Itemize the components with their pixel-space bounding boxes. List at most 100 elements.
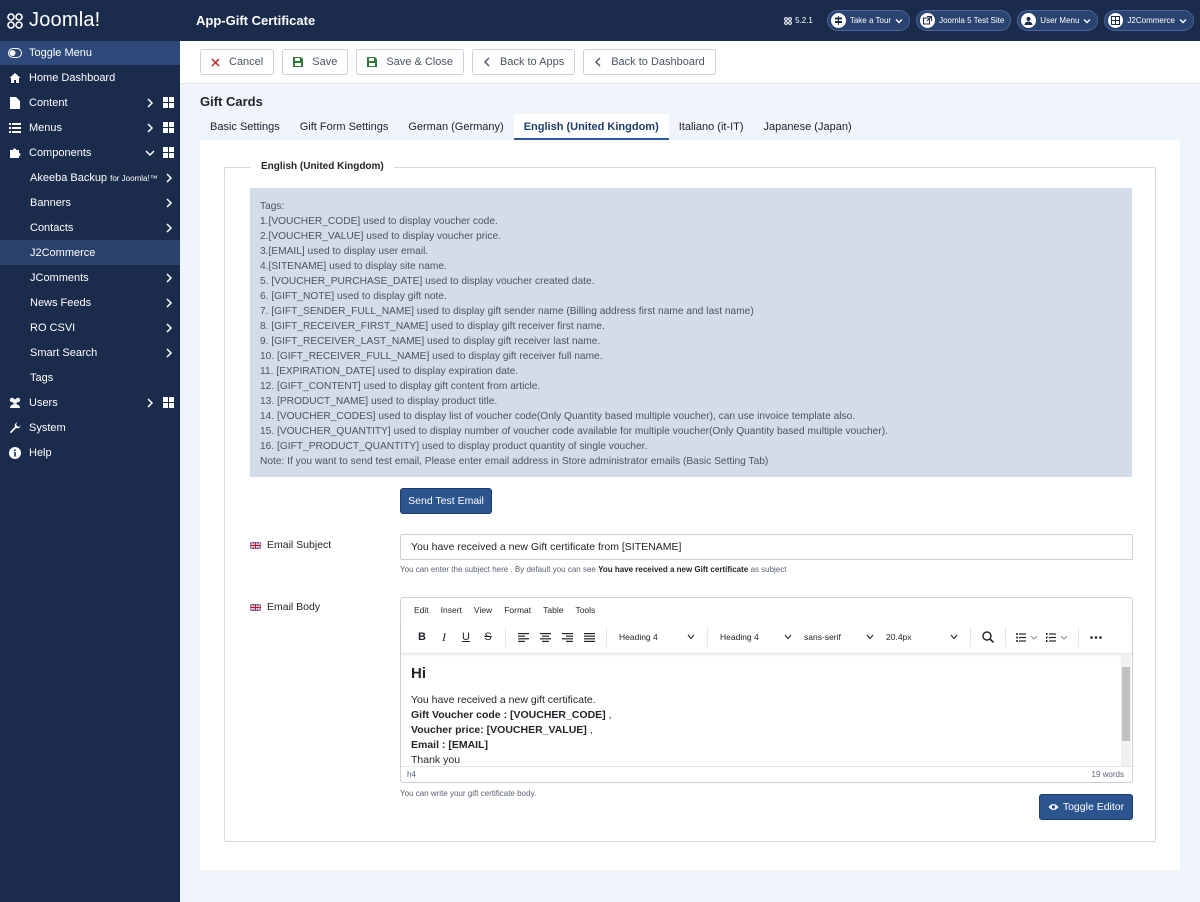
- action-toolbar: Cancel Save Save & Close Back to Apps Ba…: [180, 41, 1200, 84]
- sidebar-item-content[interactable]: Content: [0, 90, 180, 115]
- tag-line: 11. [EXPIRATION_DATE] used to display ex…: [260, 366, 519, 377]
- back-to-dashboard-button[interactable]: Back to Dashboard: [583, 49, 716, 75]
- toolbar-divider: [606, 627, 607, 647]
- user-menu-button[interactable]: User Menu: [1017, 10, 1099, 31]
- save-close-button[interactable]: Save & Close: [356, 49, 464, 75]
- send-test-email-button[interactable]: Send Test Email: [400, 488, 492, 514]
- tab-basic-settings[interactable]: Basic Settings: [200, 114, 290, 140]
- sidebar-item-tags[interactable]: Tags: [0, 365, 180, 390]
- sidebar-item-label: Banners: [30, 196, 71, 209]
- back-to-apps-label: Back to Apps: [499, 56, 565, 68]
- tab-gift-form-settings[interactable]: Gift Form Settings: [290, 114, 399, 140]
- chevron-right-icon: [164, 297, 174, 308]
- editor-menu-insert[interactable]: Insert: [441, 605, 462, 615]
- tag-line: 16. [GIFT_PRODUCT_QUANTITY] used to disp…: [260, 441, 648, 452]
- sidebar-item-label: Help: [29, 446, 52, 459]
- align-center-icon[interactable]: [534, 626, 556, 648]
- dashboard-grid-icon[interactable]: [163, 122, 174, 133]
- toggle-editor-button[interactable]: Toggle Editor: [1039, 794, 1133, 820]
- floppy-icon: [367, 57, 378, 67]
- tab-german[interactable]: German (Germany): [398, 114, 513, 140]
- tag-line: 1.[VOUCHER_CODE] used to display voucher…: [260, 216, 498, 227]
- sidebar-item-ro-csvi[interactable]: RO CSVI: [0, 315, 180, 340]
- font-family-select[interactable]: sans-serif: [798, 626, 880, 648]
- sidebar-item-jcomments[interactable]: JComments: [0, 265, 180, 290]
- toolbar-divider: [1005, 627, 1006, 647]
- sidebar-item-users[interactable]: Users: [0, 390, 180, 415]
- scrollbar-thumb[interactable]: [1122, 667, 1130, 741]
- block-format-select[interactable]: Heading 4: [613, 626, 701, 648]
- editor-menu-format[interactable]: Format: [504, 605, 531, 615]
- tab-italiano[interactable]: Italiano (it-IT): [669, 114, 754, 140]
- font-size-select[interactable]: 20.4px: [880, 626, 964, 648]
- wrench-icon: [8, 421, 22, 435]
- underline-icon[interactable]: U: [455, 626, 477, 648]
- strikethrough-icon[interactable]: S: [477, 626, 499, 648]
- back-to-apps-button[interactable]: Back to Apps: [471, 49, 576, 75]
- sidebar-item-label: Content: [29, 96, 68, 109]
- sidebar-item-label: Smart Search: [30, 346, 98, 359]
- eye-icon: [1048, 803, 1059, 811]
- tags-info-box: Tags: 1.[VOUCHER_CODE] used to display v…: [250, 188, 1132, 477]
- element-path[interactable]: h4: [407, 770, 416, 779]
- take-tour-button[interactable]: Take a Tour: [826, 10, 911, 31]
- tag-line: 15. [VOUCHER_QUANTITY] used to display n…: [260, 426, 888, 437]
- sidebar-item-label: Tags: [30, 371, 54, 384]
- search-icon[interactable]: [977, 626, 999, 648]
- sidebar-item-components[interactable]: Components: [0, 140, 180, 165]
- editor-menu-table[interactable]: Table: [543, 605, 563, 615]
- page-title: App-Gift Certificate: [196, 13, 316, 28]
- uk-flag-icon: [250, 603, 261, 611]
- sidebar-item-menus[interactable]: Menus: [0, 115, 180, 140]
- sidebar-item-home-dashboard[interactable]: Home Dashboard: [0, 65, 180, 90]
- align-left-icon[interactable]: [512, 626, 534, 648]
- tab-english-uk[interactable]: English (United Kingdom): [513, 114, 669, 140]
- chevron-right-icon: [164, 172, 174, 183]
- sidebar-item-help[interactable]: Help: [0, 440, 180, 465]
- editor-content-area[interactable]: Hi You have received a new gift certific…: [401, 655, 1121, 767]
- j2commerce-menu-button[interactable]: J2Commerce: [1104, 10, 1194, 31]
- toggle-menu-button[interactable]: Toggle Menu: [0, 41, 180, 65]
- email-subject-input[interactable]: You have received a new Gift certificate…: [400, 534, 1133, 560]
- dashboard-grid-icon[interactable]: [163, 97, 174, 108]
- editor-menu-edit[interactable]: Edit: [414, 605, 429, 615]
- body-heading: Hi: [411, 665, 426, 682]
- sidebar-item-label: Home Dashboard: [29, 71, 116, 84]
- cancel-button[interactable]: Cancel: [200, 49, 275, 75]
- body-line: Email : [EMAIL]: [411, 739, 489, 751]
- sidebar-item-system[interactable]: System: [0, 415, 180, 440]
- chevron-down-icon: [866, 634, 874, 640]
- back-to-dashboard-label: Back to Dashboard: [611, 56, 705, 68]
- chevron-left-icon: [594, 57, 602, 67]
- toggle-menu-label: Toggle Menu: [29, 47, 92, 59]
- sidebar-item-j2commerce[interactable]: J2Commerce: [0, 240, 180, 265]
- editor-scrollbar[interactable]: [1121, 655, 1131, 767]
- sidebar-item-label: News Feeds: [30, 296, 92, 309]
- sidebar-item-smart-search[interactable]: Smart Search: [0, 340, 180, 365]
- editor-menu-view[interactable]: View: [474, 605, 492, 615]
- j2commerce-label: J2Commerce: [1127, 16, 1175, 25]
- sidebar-item-akeeba-backup[interactable]: Akeeba Backup for Joomla!™: [0, 165, 180, 190]
- dashboard-grid-icon[interactable]: [163, 397, 174, 408]
- tab-japanese[interactable]: Japanese (Japan): [754, 114, 862, 140]
- bold-icon[interactable]: B: [411, 626, 433, 648]
- brand[interactable]: Joomla!: [0, 0, 180, 41]
- chevron-right-icon: [164, 222, 174, 233]
- bullet-list-icon[interactable]: [1012, 626, 1042, 648]
- block-format-select-2[interactable]: Heading 4: [714, 626, 798, 648]
- tag-line: 6. [GIFT_NOTE] used to display gift note…: [260, 291, 447, 302]
- sidebar-item-banners[interactable]: Banners: [0, 190, 180, 215]
- cancel-label: Cancel: [229, 56, 264, 68]
- numbered-list-icon[interactable]: [1042, 626, 1072, 648]
- chevron-right-icon: [145, 397, 155, 408]
- more-icon[interactable]: [1085, 626, 1107, 648]
- align-right-icon[interactable]: [556, 626, 578, 648]
- align-justify-icon[interactable]: [578, 626, 600, 648]
- save-button[interactable]: Save: [282, 49, 349, 75]
- italic-icon[interactable]: I: [433, 626, 455, 648]
- sidebar-item-news-feeds[interactable]: News Feeds: [0, 290, 180, 315]
- editor-menu-tools[interactable]: Tools: [575, 605, 595, 615]
- sidebar-item-contacts[interactable]: Contacts: [0, 215, 180, 240]
- dashboard-grid-icon[interactable]: [163, 147, 174, 158]
- site-link-button[interactable]: Joomla 5 Test Site: [916, 10, 1012, 31]
